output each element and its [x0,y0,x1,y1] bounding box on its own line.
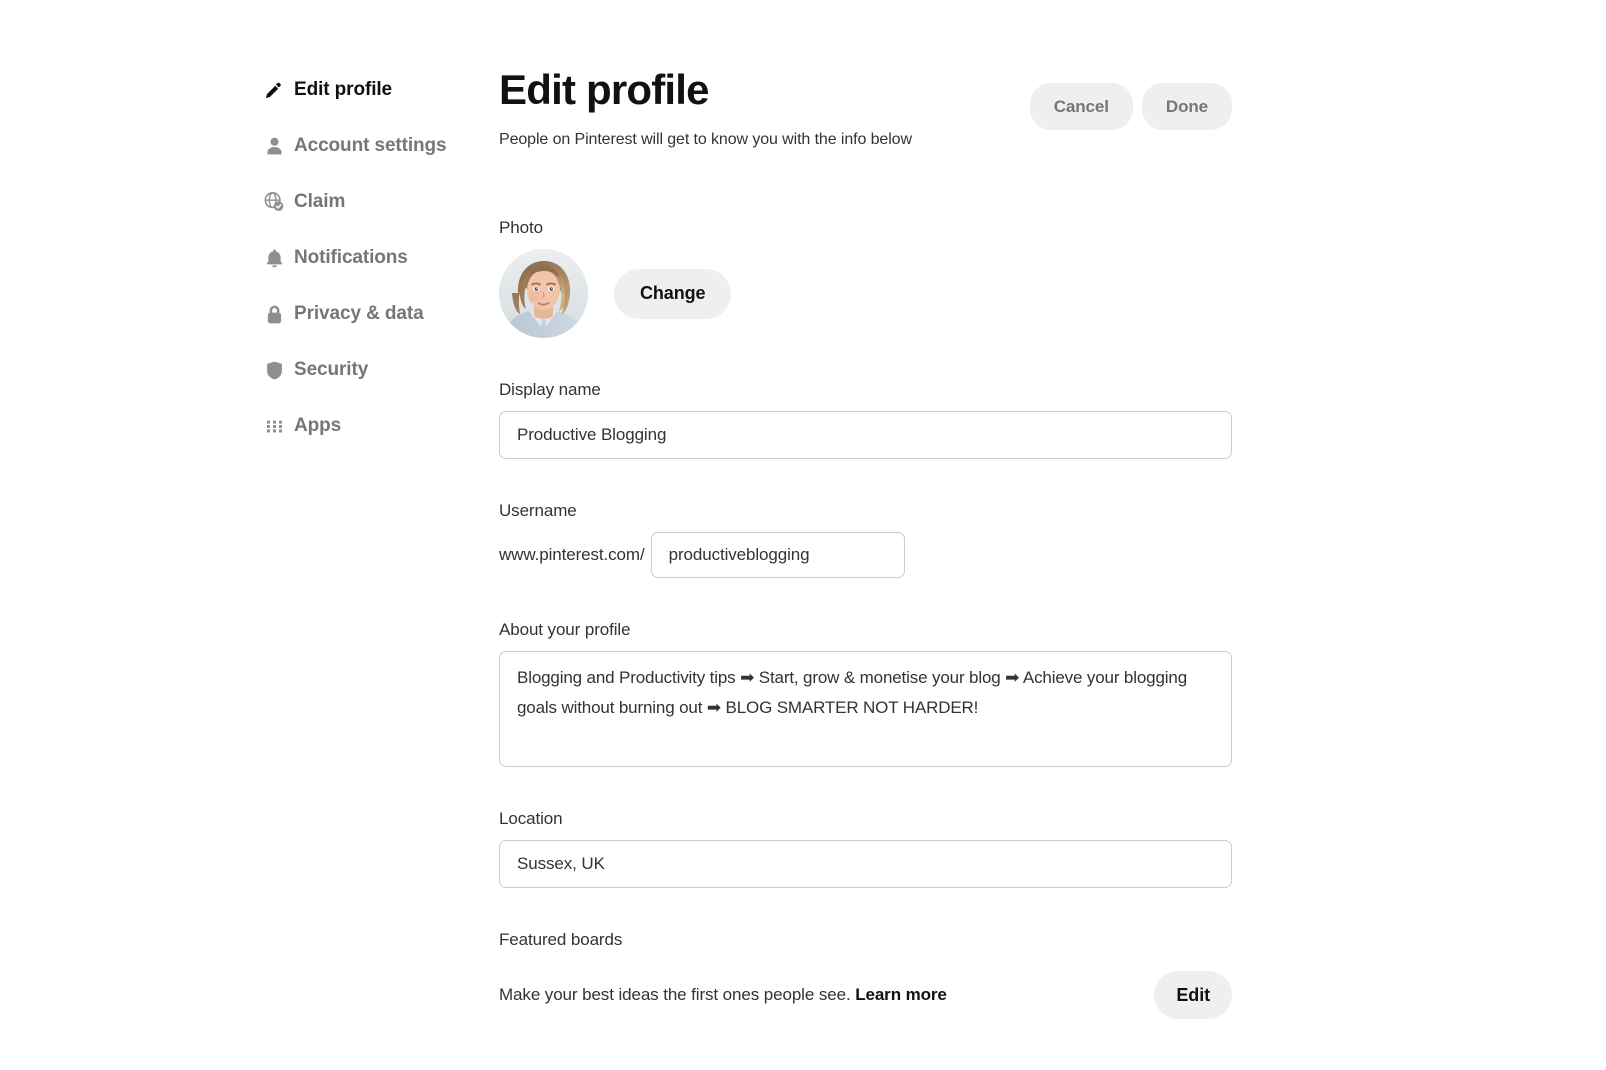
about-field: About your profile [499,620,1232,767]
photo-field: Photo Change [499,218,1232,338]
profile-photo-image [499,249,588,338]
sidebar-item-label: Privacy & data [294,303,424,324]
username-url-prefix: www.pinterest.com/ [499,545,645,564]
username-label: Username [499,501,577,520]
pencil-icon [262,78,286,102]
featured-boards-label: Featured boards [499,930,623,949]
sidebar-item-claim[interactable]: Claim [262,182,492,222]
sidebar-item-label: Notifications [294,247,408,268]
sidebar-item-label: Apps [294,415,342,436]
settings-sidebar: Edit profile Account settings Claim Noti… [262,70,492,462]
grid-dots-icon [262,414,286,438]
sidebar-item-security[interactable]: Security [262,350,492,390]
edit-profile-form: Edit profile People on Pinterest will ge… [499,60,1232,1019]
photo-row: Change [499,249,1232,338]
form-header: Edit profile People on Pinterest will ge… [499,60,1232,158]
sidebar-item-label: Security [294,359,369,380]
about-textarea[interactable] [499,651,1232,767]
sidebar-item-label: Edit profile [294,79,393,100]
learn-more-link[interactable]: Learn more [855,985,947,1004]
sidebar-item-label: Account settings [294,135,447,156]
username-field: Username www.pinterest.com/ [499,501,1232,578]
display-name-field: Display name [499,380,1232,459]
person-icon [262,134,286,158]
bell-icon [262,246,286,270]
sidebar-item-apps[interactable]: Apps [262,406,492,446]
location-label: Location [499,809,563,828]
shield-icon [262,358,286,382]
display-name-label: Display name [499,380,601,399]
cancel-button[interactable]: Cancel [1029,83,1133,130]
edit-featured-boards-button[interactable]: Edit [1154,971,1232,1019]
featured-boards-description-text: Make your best ideas the first ones peop… [499,985,856,1004]
header-actions: Cancel Done [1029,83,1232,130]
username-row: www.pinterest.com/ [499,532,1232,578]
globe-check-icon [262,190,286,214]
photo-label: Photo [499,218,543,237]
about-label: About your profile [499,620,631,639]
sidebar-item-notifications[interactable]: Notifications [262,238,492,278]
featured-boards-section: Featured boards Make your best ideas the… [499,930,1232,1019]
location-input[interactable] [499,840,1232,888]
sidebar-item-account-settings[interactable]: Account settings [262,126,492,166]
username-input[interactable] [650,532,905,578]
display-name-input[interactable] [499,411,1232,459]
location-field: Location [499,809,1232,888]
featured-boards-description: Make your best ideas the first ones peop… [499,985,947,1005]
done-button[interactable]: Done [1141,83,1232,130]
featured-boards-row: Make your best ideas the first ones peop… [499,971,1232,1019]
sidebar-item-edit-profile[interactable]: Edit profile [262,70,492,110]
sidebar-item-label: Claim [294,191,346,212]
change-photo-button[interactable]: Change [614,268,732,319]
avatar[interactable] [499,249,588,338]
lock-icon [262,302,286,326]
edit-profile-page: Edit profile Account settings Claim Noti… [0,0,1606,1070]
sidebar-item-privacy-data[interactable]: Privacy & data [262,294,492,334]
